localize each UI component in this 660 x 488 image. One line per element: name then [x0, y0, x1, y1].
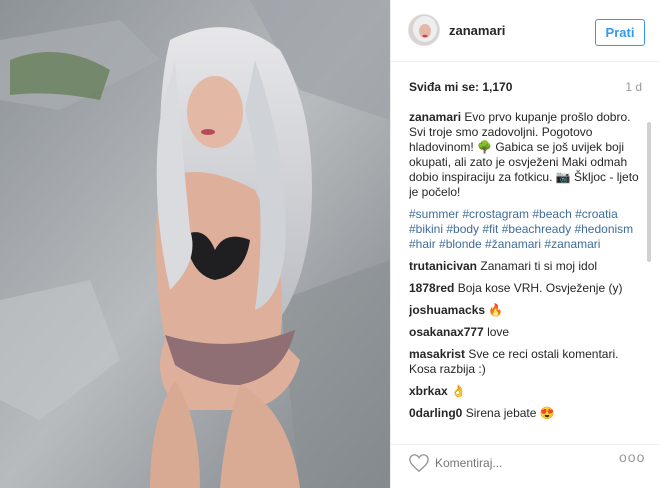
comment-username[interactable]: 1878red: [409, 281, 454, 295]
username[interactable]: zanamari: [449, 23, 505, 38]
caption: zanamari Evo prvo kupanje prošlo dobro. …: [409, 110, 649, 200]
comment-text: Boja kose VRH. Osvježenje (y): [457, 281, 623, 295]
post-sidebar: zanamari Prati Sviđa mi se: 1,170 1 d za…: [390, 0, 660, 488]
heart-icon-glyph: [409, 454, 429, 473]
comment-input[interactable]: [435, 452, 600, 474]
comment-text: love: [487, 325, 510, 339]
comment: masakrist Sve ce reci ostali komentari. …: [409, 347, 649, 377]
comment-username[interactable]: trutanicivan: [409, 259, 477, 273]
hashtags[interactable]: #summer #crostagram #beach #croatia #bik…: [409, 207, 633, 251]
post-header: zanamari Prati: [391, 0, 660, 62]
avatar[interactable]: [408, 14, 440, 46]
follow-button[interactable]: Prati: [595, 19, 645, 46]
comments-scrollbar[interactable]: [647, 110, 651, 432]
post-photo-illustration: [0, 0, 390, 488]
post-timestamp[interactable]: 1 d: [625, 80, 642, 94]
comment-text: 🔥: [488, 303, 504, 317]
comment-text: Sirena jebate 😍: [465, 406, 555, 420]
comment: 0darling0 Sirena jebate 😍: [409, 406, 649, 421]
caption-hashtags: #summer #crostagram #beach #croatia #bik…: [409, 207, 649, 252]
comment-text: Zanamari ti si moj idol: [480, 259, 598, 273]
comment: trutanicivan Zanamari ti si moj idol: [409, 259, 649, 274]
comment: xbrkax 👌: [409, 384, 649, 399]
comment: osakanax777 love: [409, 325, 649, 340]
comment-text: 👌: [451, 384, 466, 398]
comment-username[interactable]: xbrkax: [409, 384, 448, 398]
comment-username[interactable]: joshuamacks: [409, 303, 485, 317]
more-options-icon[interactable]: ooo: [619, 449, 645, 465]
comment-username[interactable]: zanamari: [409, 110, 461, 124]
likes-count[interactable]: Sviđa mi se: 1,170: [409, 80, 512, 94]
comment-username[interactable]: osakanax777: [409, 325, 484, 339]
heart-icon[interactable]: [408, 453, 430, 473]
scrollbar-thumb[interactable]: [647, 122, 651, 262]
comment: joshuamacks 🔥: [409, 303, 649, 318]
instagram-post: zanamari Prati Sviđa mi se: 1,170 1 d za…: [0, 0, 660, 488]
comment: 1878red Boja kose VRH. Osvježenje (y): [409, 281, 649, 296]
comment-username[interactable]: 0darling0: [409, 406, 462, 420]
comments-list[interactable]: zanamari Evo prvo kupanje prošlo dobro. …: [409, 110, 649, 432]
avatar-image: [409, 15, 439, 45]
comment-username[interactable]: masakrist: [409, 347, 465, 361]
post-footer: ooo: [391, 444, 660, 488]
post-photo[interactable]: [0, 0, 390, 488]
